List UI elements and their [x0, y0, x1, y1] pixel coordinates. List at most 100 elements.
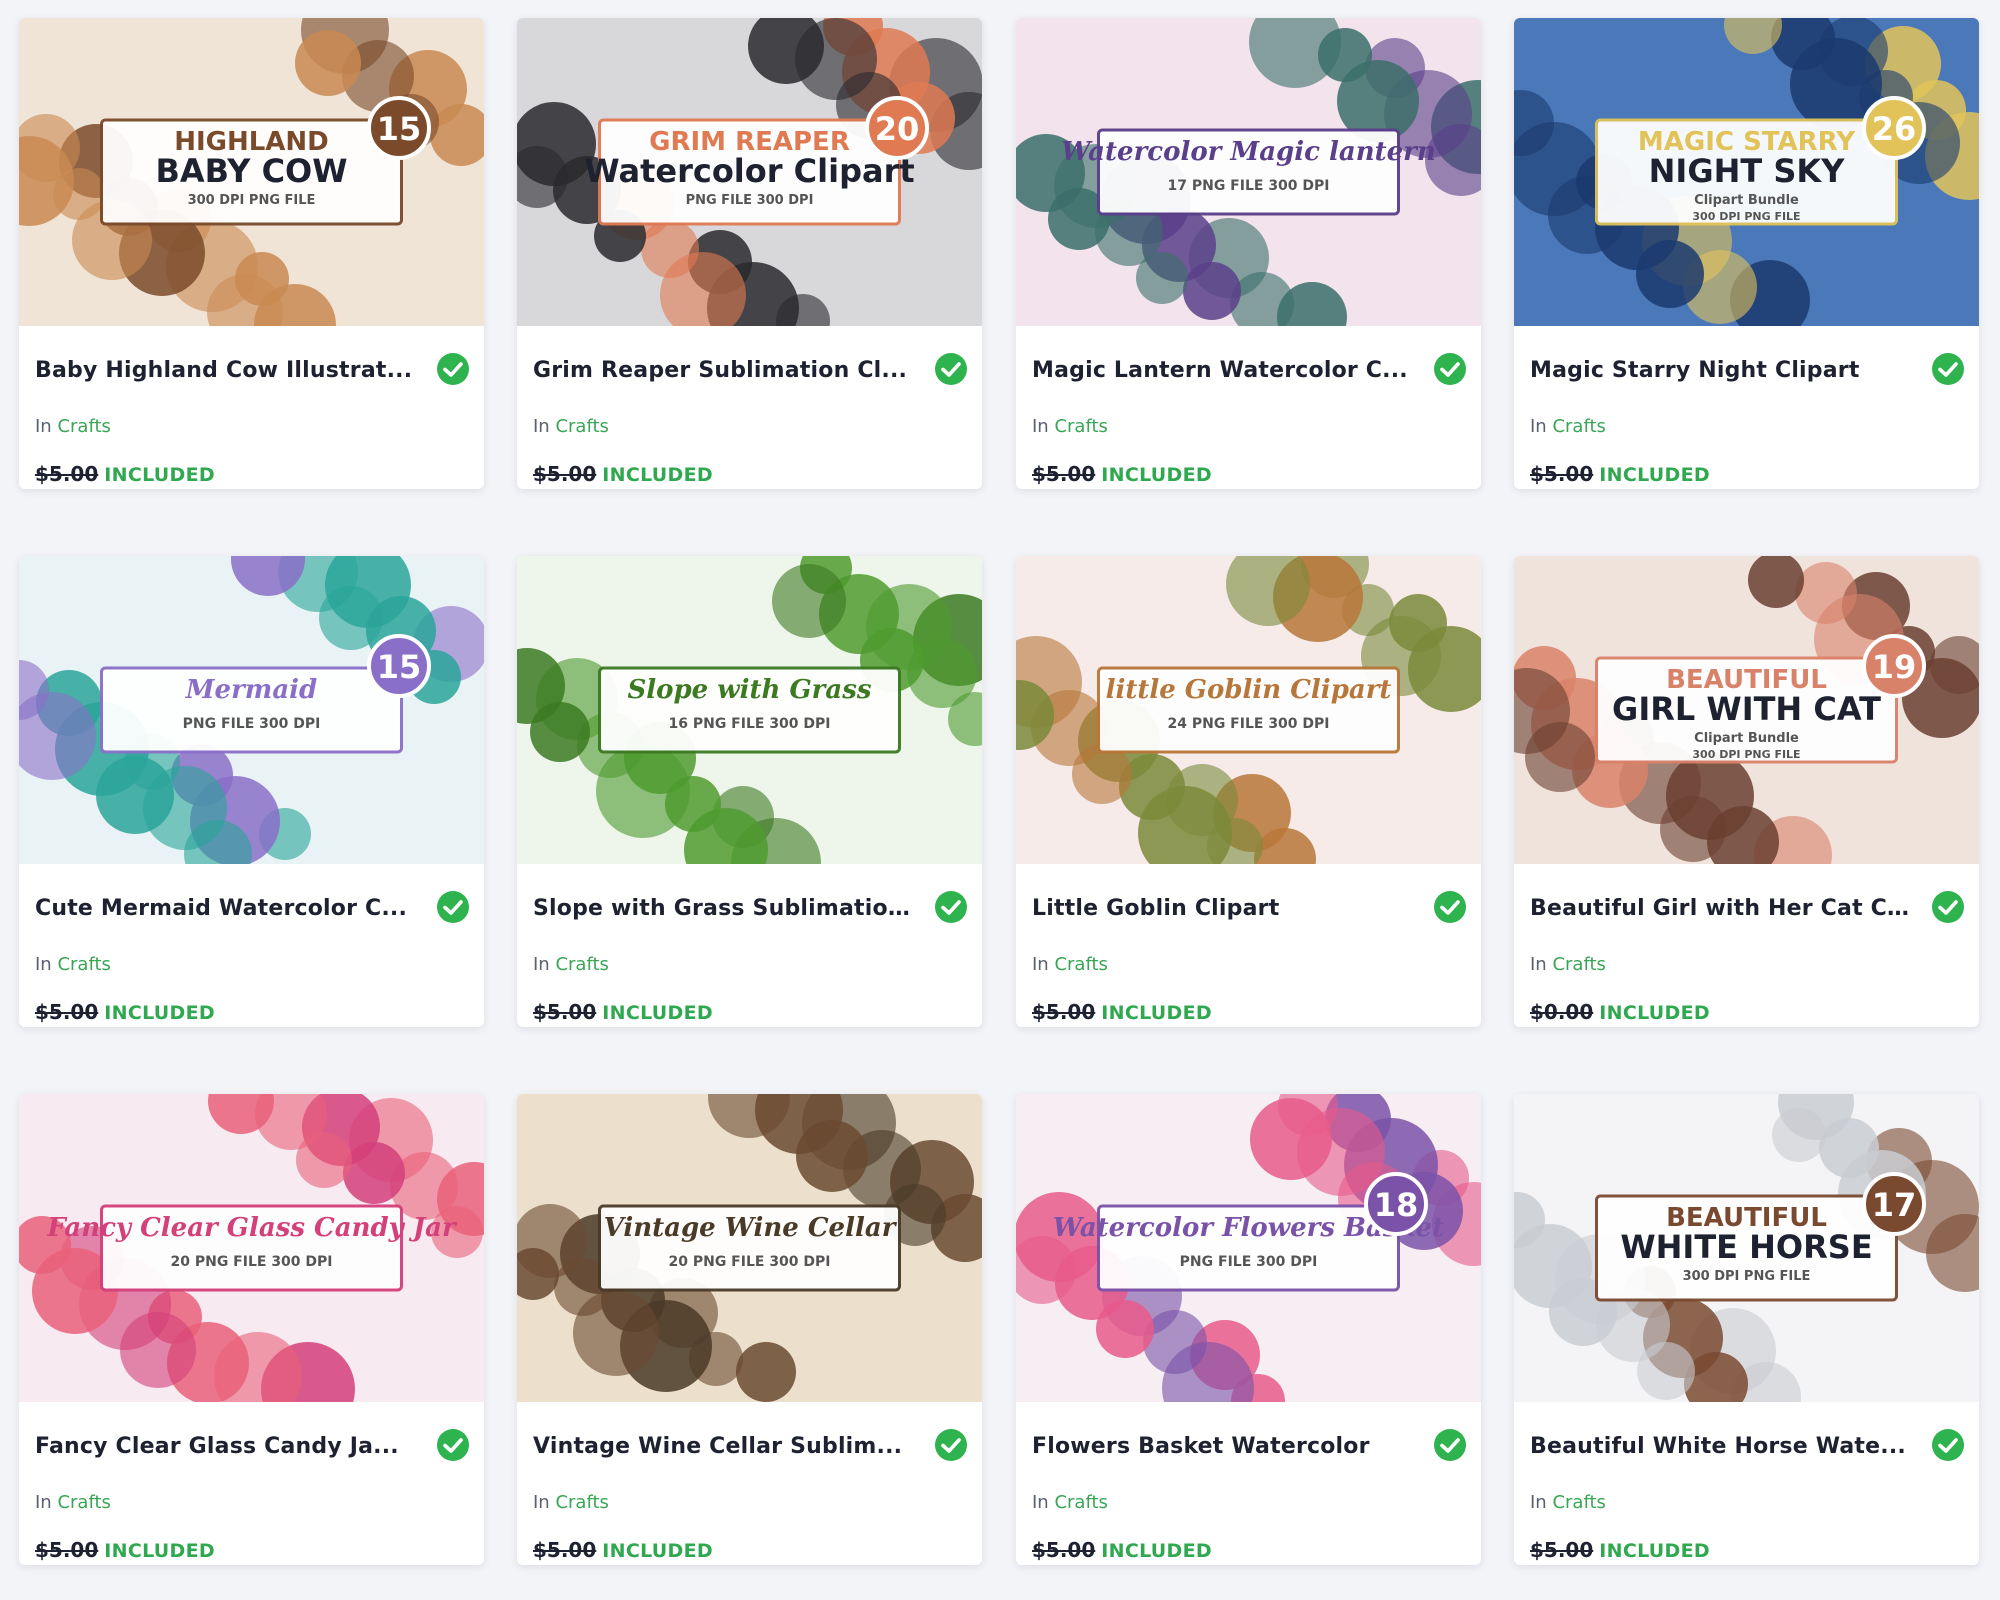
thumbnail-motif — [1250, 1098, 1332, 1180]
product-card[interactable]: Fancy Clear Glass Candy Jar 20 PNG FILE 3… — [19, 1094, 484, 1565]
category-link[interactable]: Crafts — [57, 416, 110, 437]
thumbnail-motif — [530, 702, 590, 762]
product-card[interactable]: BEAUTIFUL WHITE HORSE 300 DPI PNG FILE 17 Be… — [1514, 1094, 1979, 1565]
thumbnail-text: GIRL WITH CAT — [1612, 690, 1881, 728]
count-badge: 15 — [367, 96, 431, 160]
thumbnail-text: Watercolor Clipart — [584, 152, 914, 190]
thumbnail-text: 24 PNG FILE 300 DPI — [1167, 716, 1329, 732]
product-price: $5.00 INCLUDED — [35, 462, 215, 486]
category-link[interactable]: Crafts — [1054, 954, 1107, 975]
thumbnail-text: 300 DPI PNG FILE — [188, 193, 316, 208]
included-badge: INCLUDED — [1101, 1540, 1212, 1562]
product-title[interactable]: Grim Reaper Sublimation Cl... — [533, 358, 913, 383]
product-thumbnail[interactable]: BEAUTIFUL GIRL WITH CAT Clipart Bundle 300 … — [1514, 556, 1979, 864]
included-badge: INCLUDED — [104, 1002, 215, 1024]
original-price: $5.00 — [1032, 462, 1096, 486]
product-title[interactable]: Magic Starry Night Clipart — [1530, 358, 1910, 383]
product-card[interactable]: HIGHLAND BABY COW 300 DPI PNG FILE 15 Baby H… — [19, 18, 484, 489]
product-category: In Crafts — [1530, 954, 1606, 975]
svg-text:19: 19 — [1872, 648, 1917, 686]
product-title[interactable]: Flowers Basket Watercolor — [1032, 1434, 1412, 1459]
check-circle-icon — [436, 1428, 470, 1462]
product-thumbnail[interactable]: little Goblin Clipart 24 PNG FILE 300 DPI — [1016, 556, 1481, 864]
included-badge: INCLUDED — [1599, 464, 1710, 486]
category-link[interactable]: Crafts — [57, 1492, 110, 1513]
product-title[interactable]: Beautiful White Horse Wate... — [1530, 1434, 1910, 1459]
product-title[interactable]: Fancy Clear Glass Candy Ja... — [35, 1434, 415, 1459]
category-link[interactable]: Crafts — [1552, 954, 1605, 975]
product-price: $5.00 INCLUDED — [1032, 1538, 1212, 1562]
product-title[interactable]: Cute Mermaid Watercolor C... — [35, 896, 415, 921]
product-thumbnail[interactable]: GRIM REAPER Watercolor Clipart PNG FILE 30… — [517, 18, 982, 326]
svg-text:17: 17 — [1872, 1186, 1917, 1224]
category-link[interactable]: Crafts — [1552, 1492, 1605, 1513]
product-card[interactable]: Mermaid PNG FILE 300 DPI 15 Cute Mermaid Wa… — [19, 556, 484, 1027]
included-badge: INCLUDED — [602, 1002, 713, 1024]
category-link[interactable]: Crafts — [555, 416, 608, 437]
thumbnail-motif — [319, 586, 383, 650]
product-card[interactable]: MAGIC STARRY NIGHT SKY Clipart Bundle 300 D… — [1514, 18, 1979, 489]
product-category: In Crafts — [1032, 954, 1108, 975]
product-title[interactable]: Magic Lantern Watercolor C... — [1032, 358, 1412, 383]
product-thumbnail[interactable]: Slope with Grass 16 PNG FILE 300 DPI — [517, 556, 982, 864]
product-thumbnail[interactable]: BEAUTIFUL WHITE HORSE 300 DPI PNG FILE 17 — [1514, 1094, 1979, 1402]
product-title[interactable]: Beautiful Girl with Her Cat C... — [1530, 896, 1910, 921]
thumbnail-text: 300 DPI PNG FILE — [1692, 210, 1800, 223]
svg-text:26: 26 — [1872, 110, 1917, 148]
check-circle-icon — [1931, 890, 1965, 924]
product-card[interactable]: GRIM REAPER Watercolor Clipart PNG FILE 30… — [517, 18, 982, 489]
original-price: $5.00 — [533, 1538, 597, 1562]
category-link[interactable]: Crafts — [57, 954, 110, 975]
thumbnail-motif — [120, 1312, 196, 1388]
product-title[interactable]: Little Goblin Clipart — [1032, 896, 1412, 921]
thumbnail-text: Slope with Grass — [627, 675, 871, 705]
product-card[interactable]: BEAUTIFUL GIRL WITH CAT Clipart Bundle 300 … — [1514, 556, 1979, 1027]
thumbnail-motif — [772, 564, 846, 638]
original-price: $5.00 — [35, 1538, 99, 1562]
included-badge: INCLUDED — [602, 1540, 713, 1562]
product-category: In Crafts — [533, 1492, 609, 1513]
product-card[interactable]: Watercolor Magic lantern 17 PNG FILE 300 … — [1016, 18, 1481, 489]
product-card[interactable]: Watercolor Flowers Basket PNG FILE 300 DP… — [1016, 1094, 1481, 1565]
product-card[interactable]: Slope with Grass 16 PNG FILE 300 DPI Slope… — [517, 556, 982, 1027]
thumbnail-text: BABY COW — [155, 152, 347, 190]
thumbnail-text: Mermaid — [185, 675, 317, 705]
svg-text:15: 15 — [377, 110, 422, 148]
product-card[interactable]: little Goblin Clipart 24 PNG FILE 300 DPI… — [1016, 556, 1481, 1027]
product-price: $5.00 INCLUDED — [35, 1538, 215, 1562]
product-title[interactable]: Vintage Wine Cellar Sublim... — [533, 1434, 913, 1459]
product-category: In Crafts — [1032, 416, 1108, 437]
category-prefix: In — [533, 1492, 550, 1513]
product-thumbnail[interactable]: Fancy Clear Glass Candy Jar 20 PNG FILE 3… — [19, 1094, 484, 1402]
product-title[interactable]: Slope with Grass Sublimatio... — [533, 896, 913, 921]
category-prefix: In — [533, 416, 550, 437]
product-price: $5.00 INCLUDED — [1032, 462, 1212, 486]
thumbnail-text: 16 PNG FILE 300 DPI — [668, 716, 830, 732]
thumbnail-motif — [1660, 796, 1726, 862]
thumbnail-text: PNG FILE 300 DPI — [1180, 1254, 1318, 1270]
thumbnail-text: Vintage Wine Cellar — [604, 1213, 898, 1243]
product-thumbnail[interactable]: Mermaid PNG FILE 300 DPI 15 — [19, 556, 484, 864]
thumbnail-motif — [1636, 240, 1704, 308]
category-link[interactable]: Crafts — [1054, 416, 1107, 437]
count-badge: 19 — [1862, 634, 1926, 698]
product-thumbnail[interactable]: MAGIC STARRY NIGHT SKY Clipart Bundle 300 D… — [1514, 18, 1979, 326]
product-card[interactable]: Vintage Wine Cellar 20 PNG FILE 300 DPI Vi… — [517, 1094, 982, 1565]
category-link[interactable]: Crafts — [1552, 416, 1605, 437]
product-thumbnail[interactable]: Vintage Wine Cellar 20 PNG FILE 300 DPI — [517, 1094, 982, 1402]
product-title[interactable]: Baby Highland Cow Illustrat... — [35, 358, 415, 383]
thumbnail-text: PNG FILE 300 DPI — [183, 716, 321, 732]
svg-text:20: 20 — [875, 110, 920, 148]
thumbnail-motif — [1136, 252, 1188, 304]
product-thumbnail[interactable]: Watercolor Magic lantern 17 PNG FILE 300 … — [1016, 18, 1481, 326]
product-thumbnail[interactable]: HIGHLAND BABY COW 300 DPI PNG FILE 15 — [19, 18, 484, 326]
category-link[interactable]: Crafts — [555, 1492, 608, 1513]
thumbnail-text: 17 PNG FILE 300 DPI — [1167, 178, 1329, 194]
original-price: $5.00 — [1032, 1000, 1096, 1024]
category-link[interactable]: Crafts — [555, 954, 608, 975]
product-thumbnail[interactable]: Watercolor Flowers Basket PNG FILE 300 DP… — [1016, 1094, 1481, 1402]
product-category: In Crafts — [533, 416, 609, 437]
category-link[interactable]: Crafts — [1054, 1492, 1107, 1513]
category-prefix: In — [533, 954, 550, 975]
original-price: $5.00 — [533, 1000, 597, 1024]
